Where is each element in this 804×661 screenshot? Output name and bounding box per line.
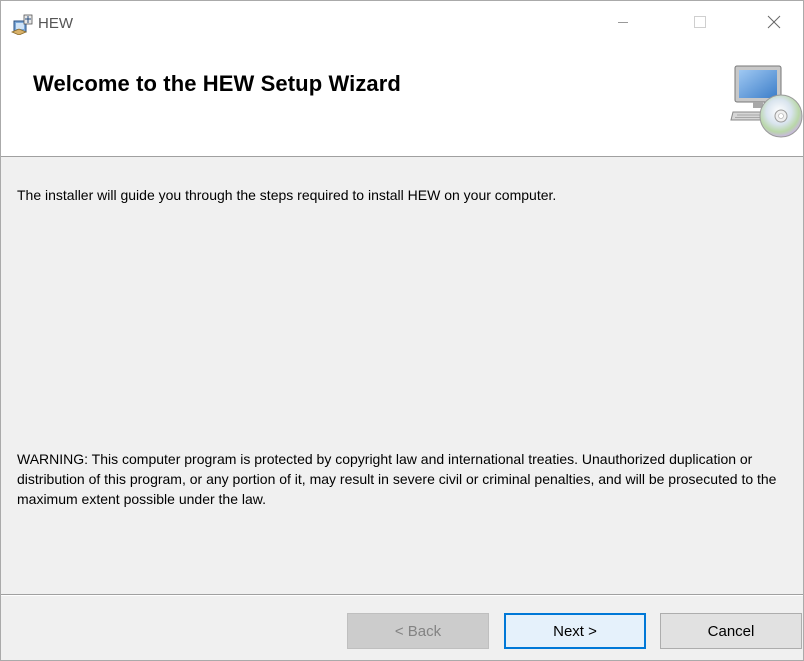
cancel-button[interactable]: Cancel — [660, 613, 802, 649]
footer-divider — [1, 594, 803, 596]
setup-wizard-window: HEW Welcome to the HEW Setup Wizard The … — [0, 0, 804, 661]
maximize-button[interactable] — [677, 1, 723, 47]
computer-cd-icon — [729, 62, 803, 138]
page-title: Welcome to the HEW Setup Wizard — [33, 71, 401, 96]
window-title: HEW — [38, 15, 73, 32]
minimize-button[interactable] — [600, 1, 646, 47]
maximize-icon — [694, 15, 706, 33]
back-button[interactable]: < Back — [347, 613, 489, 649]
close-icon — [767, 15, 781, 34]
copyright-warning-text: WARNING: This computer program is protec… — [17, 451, 777, 507]
header-banner: Welcome to the HEW Setup Wizard — [1, 47, 803, 157]
title-bar[interactable]: HEW — [1, 1, 803, 47]
next-button[interactable]: Next > — [504, 613, 646, 649]
close-button[interactable] — [751, 1, 797, 47]
intro-text: The installer will guide you through the… — [17, 187, 557, 203]
installer-package-icon — [10, 13, 33, 36]
minimize-icon — [617, 15, 629, 33]
